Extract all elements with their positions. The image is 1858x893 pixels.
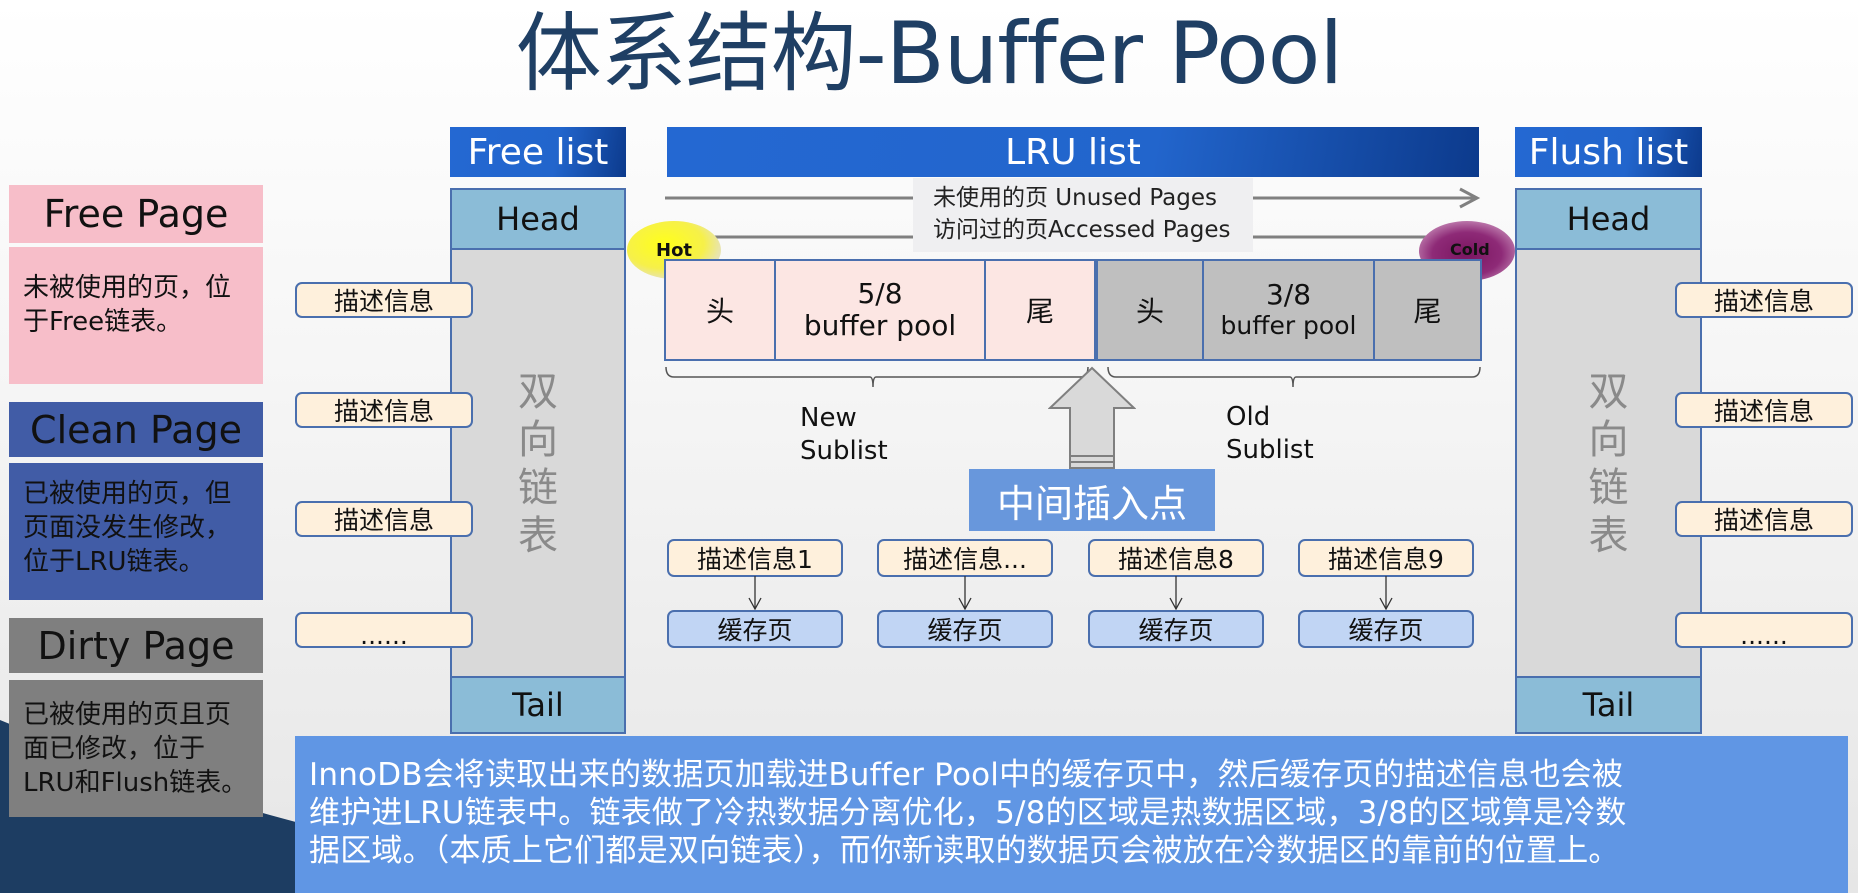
new-sublist-line: New — [800, 403, 857, 433]
legend-clean-page-description: 已被使用的页，但页面没发生修改，位于LRU链表。 — [9, 463, 263, 600]
free-list-descriptor: 描述信息 — [295, 392, 473, 428]
label-char: 向 — [1588, 417, 1629, 463]
insert-point-label: 中间插入点 — [969, 469, 1215, 531]
page-title: 体系结构-Buffer Pool — [515, 4, 1344, 104]
old-sublist-brace — [1107, 366, 1481, 388]
lru-list-header: LRU list — [667, 127, 1479, 177]
hot-label: Hot — [656, 240, 693, 261]
lru-node-descriptor: 描述信息... — [877, 539, 1053, 577]
lru-strip: 头 5/8 buffer pool 尾 头 3/8 buffer pool 尾 — [664, 259, 1482, 361]
label-char: 表 — [1588, 513, 1629, 559]
label-char: 链 — [1588, 465, 1629, 511]
old-sublist-label: Old Sublist — [1226, 401, 1314, 467]
flush-list-descriptor: 描述信息 — [1675, 282, 1853, 318]
old-region-body: 3/8 buffer pool — [1204, 261, 1375, 359]
new-region-body: 5/8 buffer pool — [776, 261, 986, 359]
lru-node-cache-page: 缓存页 — [877, 610, 1053, 648]
flush-list-header: Flush list — [1515, 127, 1702, 177]
free-list-head: Head — [452, 190, 624, 250]
label-char: 表 — [518, 513, 558, 559]
label-char: 向 — [518, 417, 558, 463]
new-region-tail: 尾 — [986, 261, 1096, 359]
new-caption-label: buffer pool — [803, 309, 957, 342]
lru-node-cache-page: 缓存页 — [1088, 610, 1264, 648]
lru-node-cache-page: 缓存页 — [1298, 610, 1474, 648]
lru-node-descriptor: 描述信息9 — [1298, 539, 1474, 577]
old-region-tail: 尾 — [1375, 261, 1480, 359]
free-list-column: Head 双 向 链 表 Tail — [450, 188, 626, 734]
flush-list-tail: Tail — [1517, 676, 1700, 732]
old-tail-label: 尾 — [1413, 295, 1442, 328]
new-tail-label: 尾 — [1025, 295, 1054, 328]
new-sublist-line: Sublist — [800, 436, 888, 466]
node-connector-arrows — [748, 576, 1393, 611]
explanation-line: 维护进LRU链表中。链表做了冷热数据分离优化，5/8的区域是热数据区域，3/8的… — [309, 795, 1627, 831]
lru-node-cache-page: 缓存页 — [667, 610, 843, 648]
free-list-header: Free list — [450, 127, 626, 177]
insert-point-arrow-icon — [1048, 366, 1136, 469]
free-list-descriptor: 描述信息 — [295, 501, 473, 537]
flush-list-head: Head — [1517, 190, 1700, 250]
flush-list-descriptor: 描述信息 — [1675, 392, 1853, 428]
old-caption-label: buffer pool — [1220, 311, 1357, 340]
cold-label: Cold — [1450, 240, 1490, 259]
legend-dirty-page-description: 已被使用的页且页面已修改，位于LRU和Flush链表。 — [9, 680, 263, 817]
free-list-tail: Tail — [452, 676, 624, 732]
new-sublist-brace — [665, 366, 1089, 388]
arrow-legend: 未使用的页 Unused Pages 访问过的页Accessed Pages — [913, 178, 1253, 252]
explanation-line: InnoDB会将读取出来的数据页加载进Buffer Pool中的缓存页中，然后缓… — [309, 757, 1624, 793]
old-sublist-line: Old — [1226, 402, 1271, 432]
flush-list-descriptor: 描述信息 — [1675, 501, 1853, 537]
label-char: 链 — [518, 465, 558, 511]
label-char: 双 — [1588, 369, 1629, 415]
label-char: 双 — [518, 369, 558, 415]
flush-list-body-label: 双 向 链 表 — [1517, 368, 1700, 560]
legend-free-page-heading: Free Page — [9, 185, 263, 243]
old-sublist-line: Sublist — [1226, 435, 1314, 465]
new-head-label: 头 — [705, 295, 734, 328]
legend-free-page-description: 未被使用的页，位于Free链表。 — [9, 247, 263, 384]
flush-list-column: Head 双 向 链 表 Tail — [1515, 188, 1702, 734]
explanation-line: 据区域。（本质上它们都是双向链表），而你新读取的数据页会被放在冷数据区的靠前的位… — [309, 833, 1620, 869]
accessed-pages-label: 访问过的页Accessed Pages — [933, 217, 1231, 243]
free-list-descriptor: ...... — [295, 612, 473, 650]
free-list-descriptor: 描述信息 — [295, 282, 473, 318]
free-list-body-label: 双 向 链 表 — [452, 368, 624, 560]
lru-node-descriptor: 描述信息8 — [1088, 539, 1264, 577]
old-head-label: 头 — [1135, 295, 1164, 328]
old-fraction-label: 3/8 — [1265, 278, 1312, 311]
new-region-head: 头 — [666, 261, 776, 359]
lru-node-descriptor: 描述信息1 — [667, 539, 843, 577]
flush-list-descriptor: ...... — [1675, 612, 1853, 650]
legend-dirty-page-heading: Dirty Page — [9, 618, 263, 673]
new-sublist-label: New Sublist — [800, 402, 888, 468]
old-region-head: 头 — [1096, 261, 1204, 359]
explanation-box: InnoDB会将读取出来的数据页加载进Buffer Pool中的缓存页中，然后缓… — [295, 736, 1848, 893]
new-fraction-label: 5/8 — [857, 277, 903, 310]
unused-pages-label: 未使用的页 Unused Pages — [933, 185, 1218, 211]
legend-clean-page-heading: Clean Page — [9, 402, 263, 457]
